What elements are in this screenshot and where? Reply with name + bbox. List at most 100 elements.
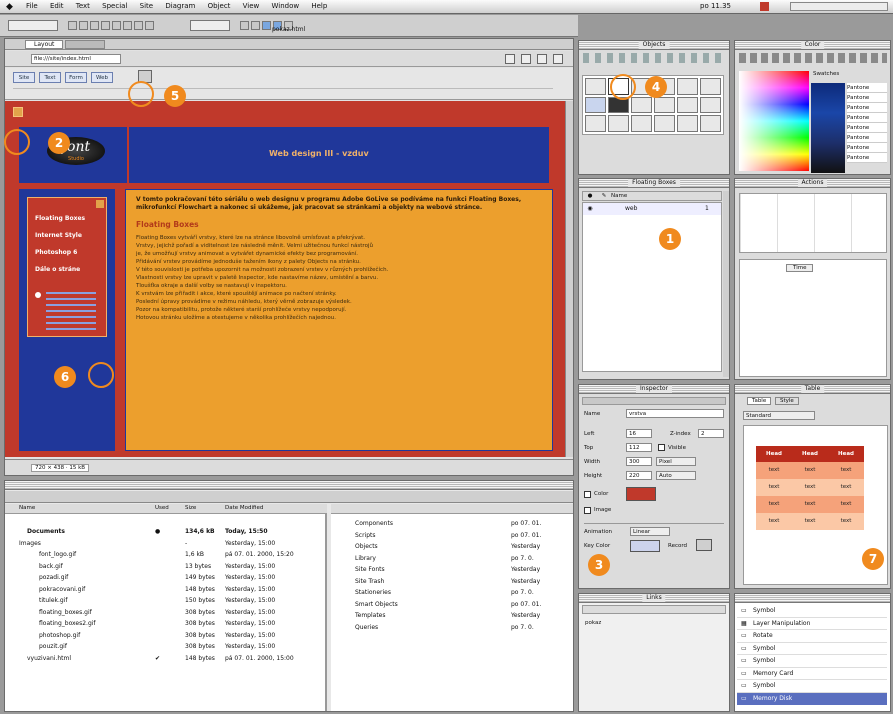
swatch-name[interactable]: Pantone: [847, 93, 887, 103]
bold-button[interactable]: [68, 21, 77, 30]
object-icon[interactable]: [631, 96, 652, 114]
menu-file[interactable]: File: [26, 2, 38, 10]
list-item[interactable]: pouzit.gif 308 bytes Yesterday, 15:00: [5, 641, 323, 653]
scrollbar[interactable]: [723, 191, 729, 377]
nav-link-dale[interactable]: Dále o stráne: [28, 261, 106, 278]
menu-window[interactable]: Window: [272, 2, 300, 10]
toolbar-tab-site[interactable]: Site: [13, 72, 35, 83]
menu-site[interactable]: Site: [140, 2, 153, 10]
align-right-button[interactable]: [123, 21, 132, 30]
object-icon[interactable]: [700, 115, 721, 132]
list-item[interactable]: back.gif 13 bytes Yesterday, 15:00: [5, 561, 323, 573]
key-color-swatch[interactable]: [630, 540, 660, 552]
left-field[interactable]: 16: [626, 429, 652, 438]
list-item[interactable]: Smart Objects po 07. 01.: [331, 599, 571, 611]
color-spectrum[interactable]: [739, 71, 809, 171]
list-item[interactable]: Stationeries po 7. 0.: [331, 587, 571, 599]
width-field[interactable]: 300: [626, 457, 652, 466]
vertical-scrollbar[interactable]: [565, 101, 573, 457]
view-options-icon[interactable]: [505, 54, 515, 64]
list-item[interactable]: Site Trash Yesterday: [331, 576, 571, 588]
floating-box-anchor-icon[interactable]: [13, 107, 23, 117]
swatch-name[interactable]: Pantone: [847, 123, 887, 133]
underline-button[interactable]: [90, 21, 99, 30]
swatch-name[interactable]: Pantone: [847, 83, 887, 93]
object-icon[interactable]: [585, 115, 606, 132]
swatch-name[interactable]: Pantone: [847, 143, 887, 153]
path-select[interactable]: Linear: [630, 527, 670, 536]
menu-diagram[interactable]: Diagram: [165, 2, 195, 10]
list-item[interactable]: Templates Yesterday: [331, 610, 571, 622]
color-button[interactable]: [262, 21, 271, 30]
italic-button[interactable]: [79, 21, 88, 30]
nav-link-photoshop[interactable]: Photoshop 6: [28, 244, 106, 261]
toolbar-tab-web[interactable]: Web: [91, 72, 113, 83]
list-item[interactable]: ▦ Layer Manipulation: [737, 618, 887, 630]
align-center-button[interactable]: [112, 21, 121, 30]
url-field[interactable]: file:///site/index.html: [31, 54, 121, 64]
col-name[interactable]: Name: [5, 504, 155, 513]
app-name-box[interactable]: [790, 2, 888, 11]
fb-col-lock[interactable]: ✎: [597, 192, 611, 200]
menu-special[interactable]: Special: [102, 2, 127, 10]
object-icon[interactable]: [608, 115, 629, 132]
list-item[interactable]: ▭ Symbol: [737, 655, 887, 668]
list-item[interactable]: font_logo.gif 1,6 kB pá 07. 01. 2000, 15:2…: [5, 549, 323, 561]
menu-text[interactable]: Text: [76, 2, 90, 10]
menu-help[interactable]: Help: [311, 2, 327, 10]
swatch-name[interactable]: Pantone: [847, 113, 887, 123]
width-unit-select[interactable]: Pixel: [656, 457, 696, 466]
fb-col-name[interactable]: Name: [611, 192, 701, 200]
list-item[interactable]: ▭ Symbol: [737, 605, 887, 618]
menu-view[interactable]: View: [243, 2, 260, 10]
nav-link-floating-boxes[interactable]: Floating Boxes: [28, 210, 106, 227]
eye-icon[interactable]: ◉: [583, 203, 597, 215]
menu-edit[interactable]: Edit: [50, 2, 64, 10]
col-size[interactable]: Size: [185, 504, 225, 513]
list-item[interactable]: floating_boxes2.gif 308 bytes Yesterday, 1…: [5, 618, 323, 630]
list-item[interactable]: titulek.gif 150 bytes Yesterday, 15:00: [5, 595, 323, 607]
list-item[interactable]: ▭ Memory Disk: [737, 692, 887, 705]
name-field[interactable]: vrstva: [626, 409, 724, 418]
list-item[interactable]: Images - Yesterday, 15:00: [5, 538, 323, 550]
anchor-button[interactable]: [251, 21, 260, 30]
tab-style[interactable]: Style: [775, 397, 799, 405]
list-item[interactable]: ▭ Symbol: [737, 643, 887, 655]
object-icon[interactable]: [631, 115, 652, 132]
apple-menu-icon[interactable]: ◆: [6, 2, 13, 12]
actions-tab-label[interactable]: Time: [786, 264, 814, 272]
color-checkbox[interactable]: [584, 491, 591, 498]
links-item[interactable]: pokaz: [585, 620, 601, 626]
object-icon[interactable]: [700, 78, 721, 95]
list-item[interactable]: Documents ● 134,6 kB Today, 15:50: [5, 526, 323, 538]
list-item[interactable]: ▭ Symbol: [737, 680, 887, 693]
swatch-name[interactable]: Pantone: [847, 133, 887, 143]
swatch-name[interactable]: Pantone: [847, 153, 887, 163]
top-field[interactable]: 112: [626, 443, 652, 452]
height-field[interactable]: 220: [626, 471, 652, 480]
object-icon[interactable]: [654, 115, 675, 132]
print-icon[interactable]: [537, 54, 547, 64]
list-button[interactable]: [134, 21, 143, 30]
list-item[interactable]: pozadi.gif 149 bytes Yesterday, 15:00: [5, 572, 323, 584]
visible-checkbox[interactable]: [658, 444, 665, 451]
indent-button[interactable]: [145, 21, 154, 30]
tab-table[interactable]: Table: [747, 397, 772, 405]
object-icon[interactable]: [700, 96, 721, 114]
swatches-label[interactable]: Swatches: [813, 71, 839, 77]
toolbar-tab-form[interactable]: Form: [65, 72, 87, 83]
list-item[interactable]: Site Fonts Yesterday: [331, 564, 571, 576]
col-used[interactable]: Used: [155, 504, 185, 513]
align-left-button[interactable]: [101, 21, 110, 30]
nav-box-handle-icon[interactable]: [96, 200, 104, 208]
list-item[interactable]: ◉ web 1: [583, 203, 721, 215]
list-item[interactable]: ▭ Rotate: [737, 630, 887, 643]
toolbar-tab-text[interactable]: Text: [39, 72, 61, 83]
list-item[interactable]: Objects Yesterday: [331, 541, 571, 553]
nav-link-internet-style[interactable]: Internet Style: [28, 227, 106, 244]
col-date[interactable]: Date Modified: [225, 504, 325, 513]
bgcolor-swatch[interactable]: [626, 487, 656, 501]
app-switcher-icon[interactable]: [760, 2, 769, 11]
fb-col-visible[interactable]: ●: [583, 192, 597, 200]
list-item[interactable]: vyuzivani.html ✔ 148 bytes pá 07. 01. 2000,…: [5, 653, 323, 665]
